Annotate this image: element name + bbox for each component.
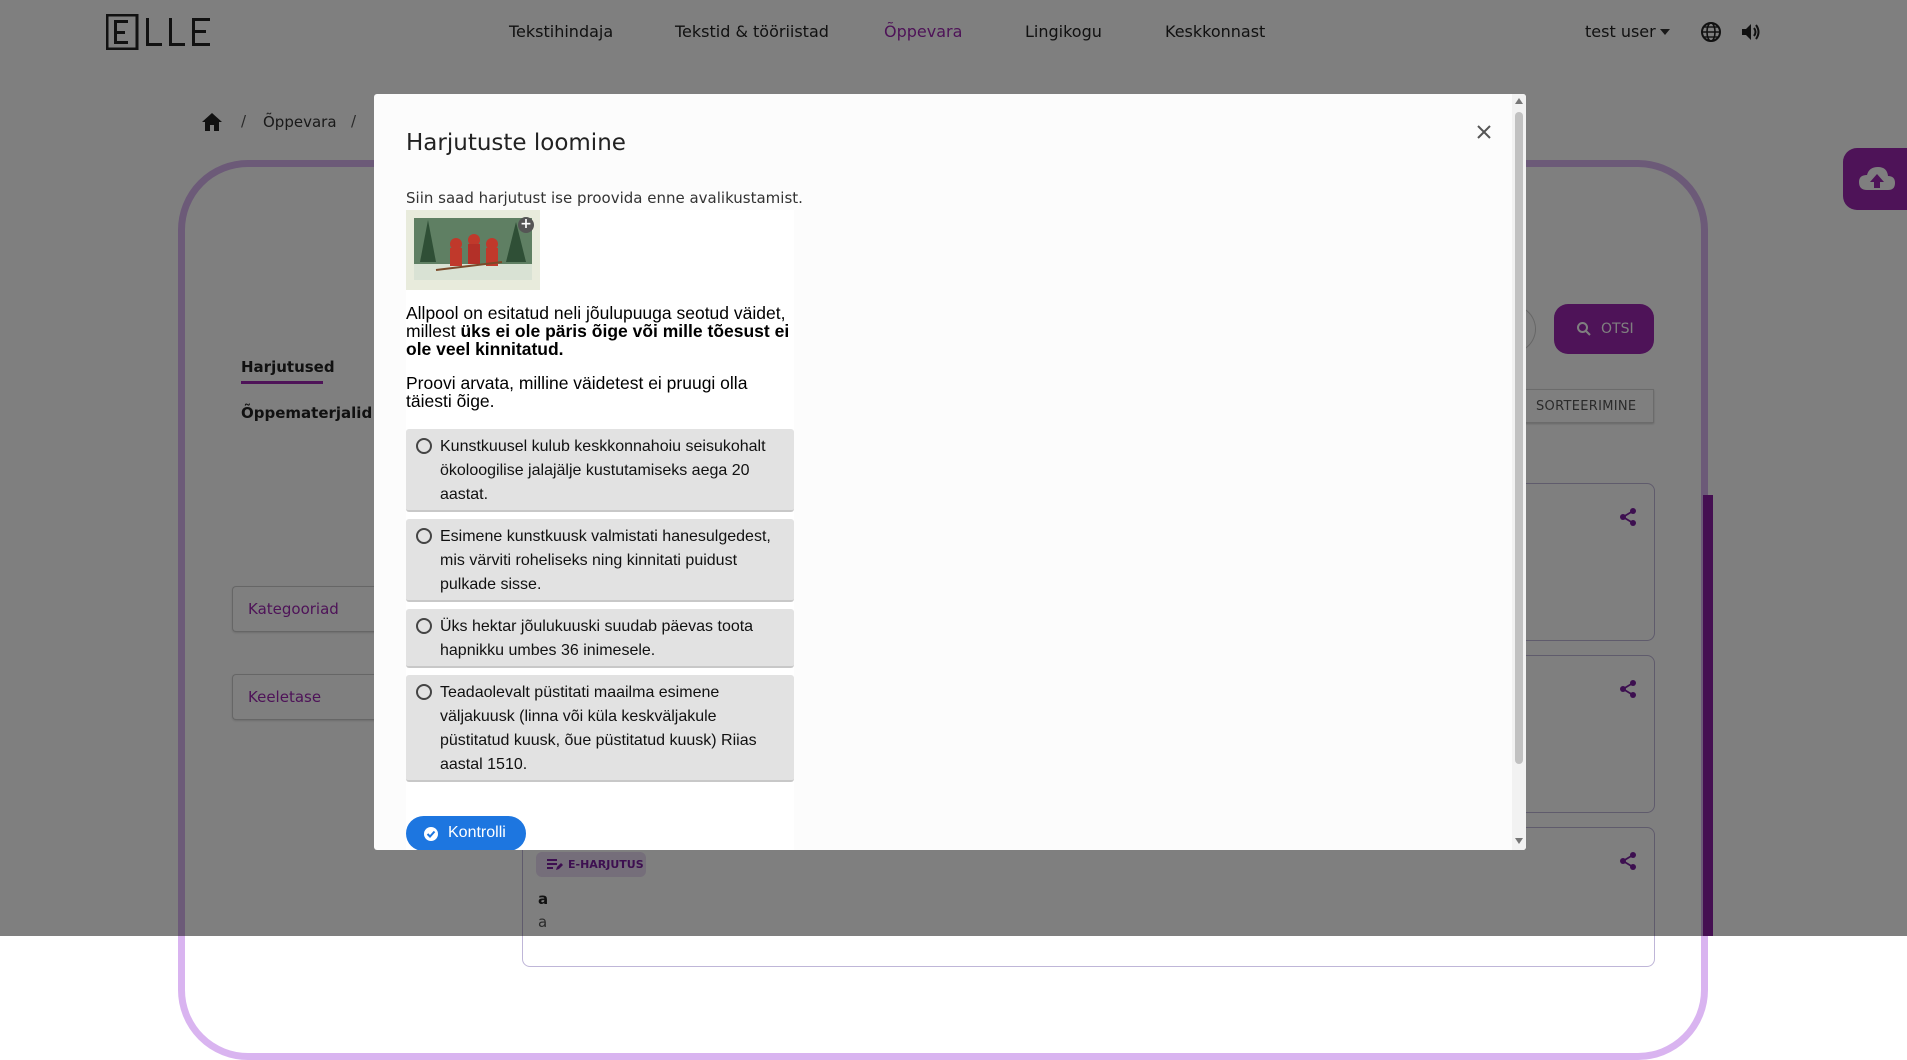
scrollbar-thumb[interactable] <box>1515 112 1523 764</box>
check-button-label: Kontrolli <box>448 824 506 841</box>
answer-option[interactable]: Kunstkuusel kulub keskkonnahoiu seisukoh… <box>406 429 794 512</box>
radio-button[interactable] <box>416 684 432 700</box>
option-text: Üks hektar jõulukuuski suudab päevas too… <box>440 618 754 659</box>
close-icon[interactable] <box>1469 117 1499 147</box>
option-text: Esimene kunstkuusk valmistati hanesulged… <box>440 528 771 593</box>
radio-button[interactable] <box>416 438 432 454</box>
question-text: Allpool on esitatud neli jõulupuuga seot… <box>406 304 794 358</box>
answer-option[interactable]: Üks hektar jõulukuuski suudab päevas too… <box>406 609 794 668</box>
exercise-content: + Allpool on esitatud neli jõulupuuga se… <box>406 210 794 850</box>
check-button[interactable]: Kontrolli <box>406 816 526 850</box>
radio-button[interactable] <box>416 528 432 544</box>
question-instruction: Proovi arvata, milline väidetest ei pruu… <box>406 373 748 411</box>
modal-intro: Siin saad harjutust ise proovida enne av… <box>406 189 803 207</box>
exercise-image[interactable]: + <box>406 210 540 290</box>
answer-option[interactable]: Esimene kunstkuusk valmistati hanesulged… <box>406 519 794 602</box>
answer-option[interactable]: Teadaolevalt püstitati maailma esimene v… <box>406 675 794 782</box>
option-text: Kunstkuusel kulub keskkonnahoiu seisukoh… <box>440 438 766 503</box>
zoom-plus-icon[interactable]: + <box>518 217 534 233</box>
radio-button[interactable] <box>416 618 432 634</box>
scroll-up-arrow-icon[interactable] <box>1515 98 1523 104</box>
question-bold: üks ei ole päris õige või mille tõesust … <box>406 321 790 359</box>
scroll-down-arrow-icon[interactable] <box>1515 838 1523 844</box>
option-text: Teadaolevalt püstitati maailma esimene v… <box>440 684 757 773</box>
modal-scrollbar[interactable] <box>1512 94 1526 850</box>
exercise-modal: Harjutuste loomine Siin saad harjutust i… <box>374 94 1526 850</box>
check-circle-icon <box>424 827 438 841</box>
modal-title: Harjutuste loomine <box>406 130 626 156</box>
